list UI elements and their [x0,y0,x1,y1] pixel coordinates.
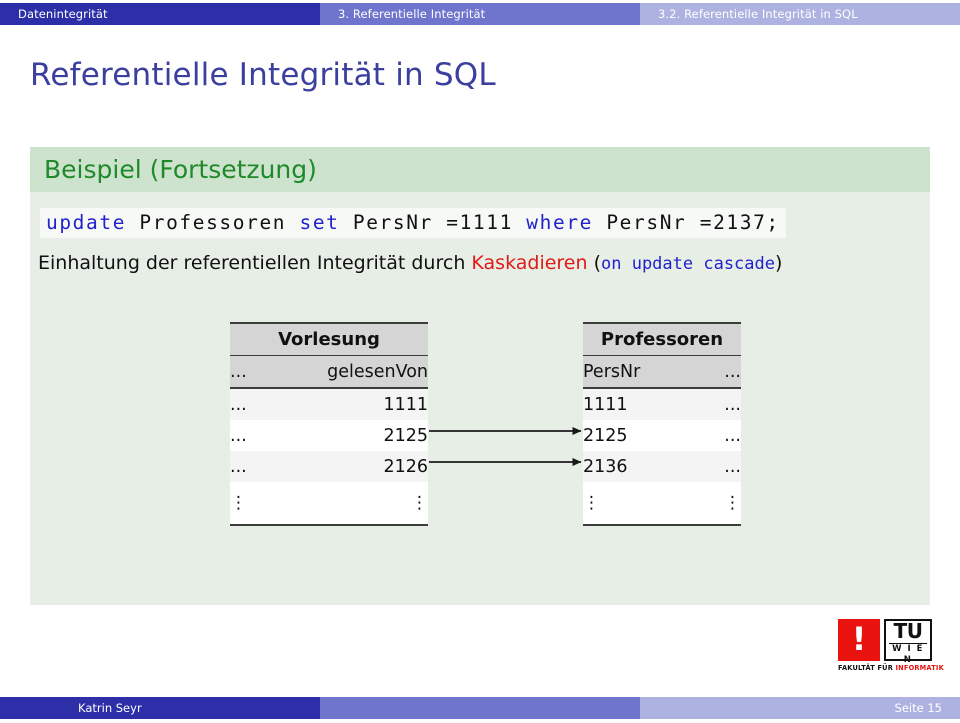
table-row-ellipsis: ⋮ ⋮ [583,482,741,526]
table-row: 1111 ... [583,388,741,420]
sql-keyword-where: where [526,211,593,234]
explanation-prefix: Einhaltung der referentiellen Integrität… [38,252,472,274]
footer-author: Katrin Seyr [78,701,142,715]
cell: ⋮ [230,482,259,526]
nav-item-datenintegritaet[interactable]: Datenintegrität [0,0,320,28]
cell: 2136 [583,451,705,482]
table-name-row: Professoren [583,322,741,356]
sql-space [593,211,606,234]
footer-middle-segment [320,693,640,723]
cell: ... [230,388,259,420]
column-header-professoren-0: PersNr [583,355,705,389]
foreign-key-arrows [429,427,582,466]
logo-caption-part2: INFORMATIK [895,664,944,672]
column-header-professoren-1: ... [704,355,741,389]
table-row: 2136 ... [583,451,741,482]
sql-table-name: Professoren [139,211,287,234]
relations-diagram: Vorlesung ... gelesenVon ... 1111 ... 21… [30,322,930,562]
cell: 1111 [583,388,705,420]
cell: 1111 [258,388,428,420]
table-row: 2125 ... [583,420,741,451]
exclamation-mark-icon: ! [838,619,880,661]
tu-text: TU [893,619,923,643]
sql-code-block: update Professoren set PersNr =1111 wher… [40,208,786,238]
nav-item-referentielle-integritaet[interactable]: 3. Referentielle Integrität [320,0,640,28]
cell: ... [704,451,741,482]
explanation-highlight: Kaskadieren [471,252,588,274]
example-block: Beispiel (Fortsetzung) update Professore… [30,147,930,605]
cell: 2125 [583,420,705,451]
sql-space [340,211,353,234]
footer-author-segment: Katrin Seyr [0,693,320,723]
sql-assignment: PersNr =1111 [352,211,513,234]
explanation-sql-clause: on update cascade [601,254,775,274]
nav-item-referentielle-integritaet-in-sql[interactable]: 3.2. Referentielle Integrität in SQL [640,0,960,28]
navigation-bar: Datenintegrität 3. Referentielle Integri… [0,0,960,28]
sql-keyword-set: set [299,211,340,234]
table-title-professoren: Professoren [583,322,741,356]
explanation-paren-open: ( [587,252,601,274]
example-block-title: Beispiel (Fortsetzung) [44,155,317,184]
wien-text: W I E N [889,643,927,666]
nav-item-label: Datenintegrität [18,7,108,21]
cell: ... [230,451,259,482]
tu-wien-mark: TU W I E N [884,619,932,665]
slide: Datenintegrität 3. Referentielle Integri… [0,0,960,723]
page-title: Referentielle Integrität in SQL [30,57,496,93]
cell: ⋮ [583,482,705,526]
sql-code-line: update Professoren set PersNr =1111 wher… [46,211,780,234]
logo-caption: FAKULTÄT FÜR INFORMATIK [838,664,944,672]
example-block-header: Beispiel (Fortsetzung) [30,147,930,192]
sql-keyword-update: update [46,211,127,234]
footer-bar: Katrin Seyr Seite 15 [0,693,960,723]
cell: 2126 [258,451,428,482]
column-header-vorlesung-0: ... [230,355,259,389]
table-title-vorlesung: Vorlesung [230,322,428,356]
cell: 2125 [258,420,428,451]
sql-space [126,211,139,234]
table-professoren: Professoren PersNr ... 1111 ... 2125 ...… [583,322,741,526]
column-header-vorlesung-1: gelesenVon [258,355,428,389]
logo-marks: ! TU W I E N [838,619,936,665]
cell: ... [704,420,741,451]
logo-caption-part1: FAKULTÄT FÜR [838,664,896,672]
table-header-row: ... gelesenVon [230,355,428,389]
table-row: ... 1111 [230,388,428,420]
cell: ⋮ [704,482,741,526]
table-row: ... 2125 [230,420,428,451]
tu-wien-informatik-logo: ! TU W I E N FAKULTÄT FÜR INFORMATIK [838,619,944,681]
footer-page-segment: Seite 15 [640,693,960,723]
cell: ⋮ [258,482,428,526]
example-block-body: update Professoren set PersNr =1111 wher… [30,192,930,605]
table-row-ellipsis: ⋮ ⋮ [230,482,428,526]
table-vorlesung: Vorlesung ... gelesenVon ... 1111 ... 21… [230,322,428,526]
sql-condition: PersNr =2137; [606,211,780,234]
explanation-paren-close: ) [775,252,783,274]
table-header-row: PersNr ... [583,355,741,389]
table-row: ... 2126 [230,451,428,482]
cell: ... [704,388,741,420]
cell: ... [230,420,259,451]
sql-space [286,211,299,234]
explanation-line: Einhaltung der referentiellen Integrität… [38,252,782,274]
table-name-row: Vorlesung [230,322,428,356]
nav-item-label: 3.2. Referentielle Integrität in SQL [658,7,858,21]
sql-space [513,211,526,234]
nav-item-label: 3. Referentielle Integrität [338,7,486,21]
footer-page-number: Seite 15 [894,701,942,715]
